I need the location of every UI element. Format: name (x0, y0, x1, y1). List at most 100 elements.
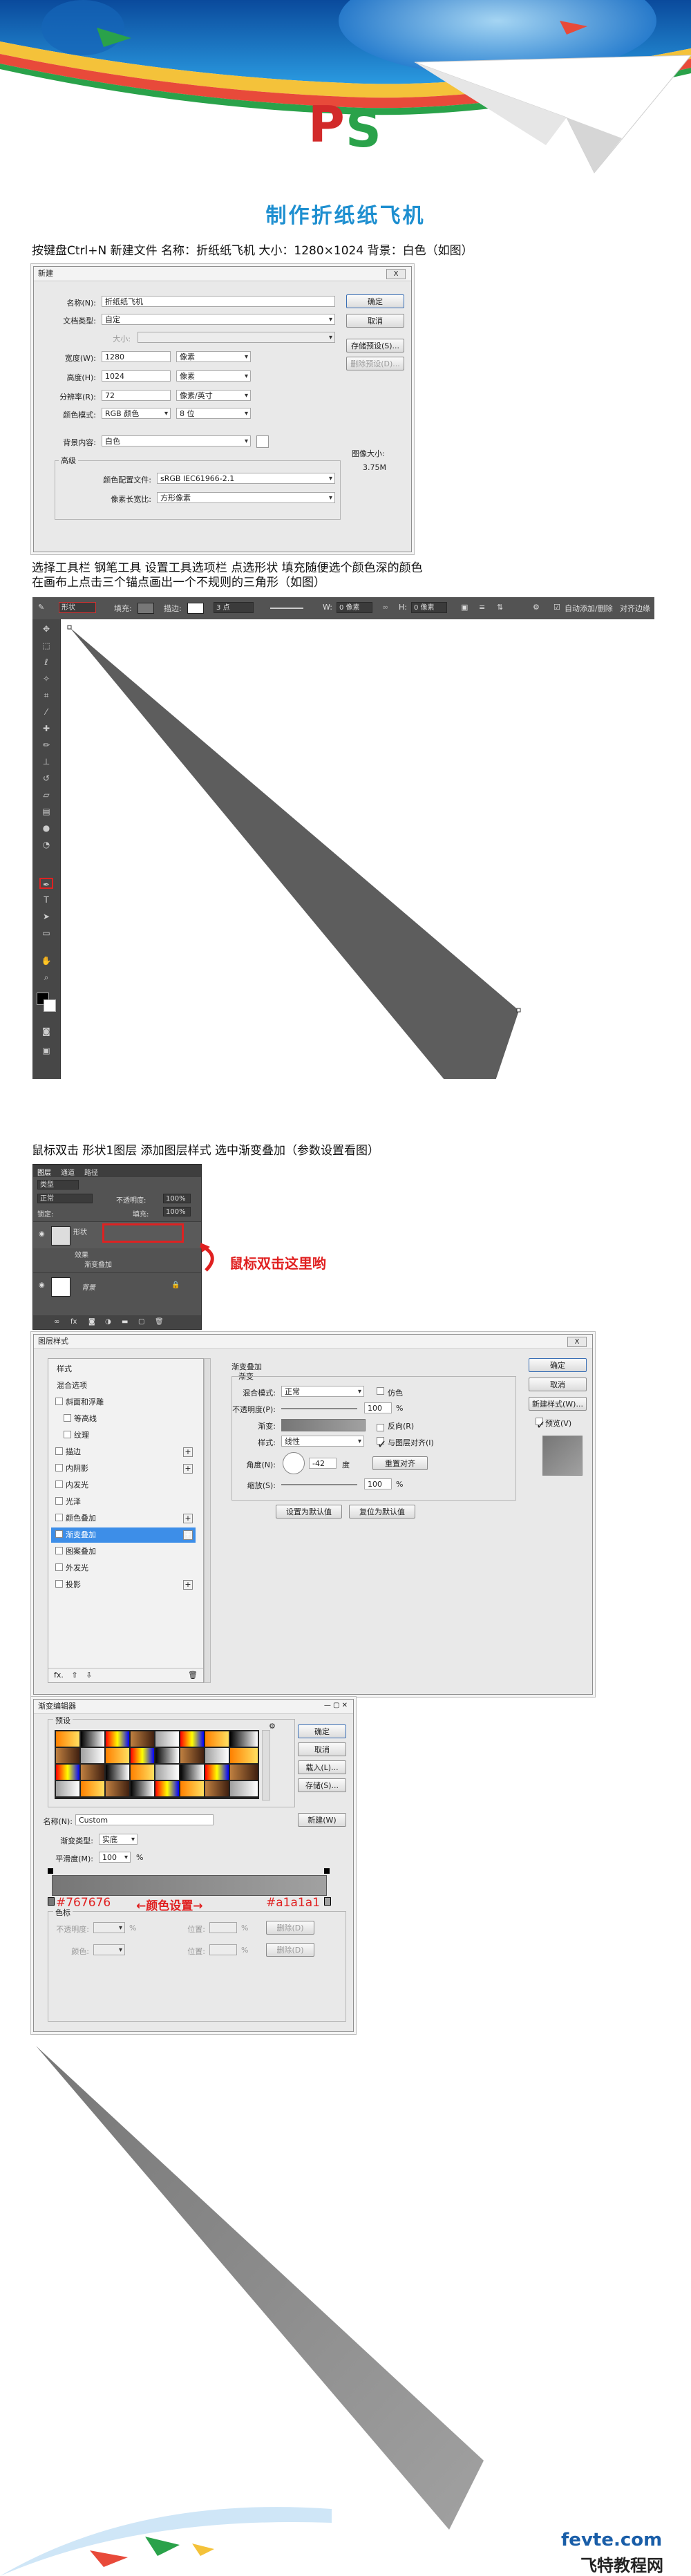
style-checkbox[interactable] (55, 1530, 63, 1538)
cancel-button[interactable]: 取消 (529, 1378, 587, 1391)
gradient-tool-icon[interactable]: ▤ (39, 806, 53, 817)
pixel-aspect-select[interactable]: 方形像素 (157, 492, 335, 504)
link-layers-icon[interactable]: ∞ (54, 1318, 59, 1326)
path-ops-icon[interactable]: ▣ (461, 603, 468, 612)
style-checkbox[interactable] (55, 1398, 63, 1405)
close-button[interactable]: X (567, 1337, 587, 1347)
auto-add-delete-checkbox[interactable]: ☑ (553, 603, 560, 612)
quick-select-tool-icon[interactable]: ✧ (39, 673, 53, 684)
style-list-item[interactable]: 等高线 (51, 1411, 196, 1427)
style-checkbox[interactable] (64, 1414, 71, 1422)
move-up-icon[interactable]: ⇧ (71, 1671, 77, 1680)
path-arrange-icon[interactable]: ⇅ (497, 603, 503, 612)
reset-default-button[interactable]: 复位为默认值 (349, 1505, 415, 1519)
link-icon[interactable]: ∞ (382, 603, 388, 612)
marquee-tool-icon[interactable]: ⬚ (39, 640, 53, 651)
smoothness-field[interactable]: 100 (99, 1852, 131, 1863)
load-button[interactable]: 载入(L)... (298, 1760, 346, 1774)
style-list-item[interactable]: 图案叠加 (51, 1544, 196, 1559)
brush-tool-icon[interactable]: ✏ (39, 740, 53, 751)
trash-icon[interactable]: 🗑 (155, 1318, 164, 1326)
stroke-size-field[interactable]: 3 点 (214, 602, 254, 613)
background-swatch[interactable] (256, 435, 269, 448)
scale-field[interactable]: 100 (364, 1478, 392, 1489)
name-field[interactable]: Custom (75, 1814, 214, 1825)
bit-depth-select[interactable]: 8 位 (176, 408, 251, 420)
fill-swatch[interactable] (138, 603, 154, 614)
path-select-tool-icon[interactable]: ➤ (39, 911, 53, 922)
save-preset-button[interactable]: 存储预设(S)... (346, 339, 404, 352)
add-effect-button[interactable]: + (183, 1464, 193, 1474)
move-tool-icon[interactable]: ✥ (39, 623, 53, 634)
style-select[interactable]: 线性 (281, 1436, 364, 1447)
lasso-tool-icon[interactable]: ℓ (39, 657, 53, 668)
filter-kind-select[interactable]: 类型 (37, 1180, 79, 1190)
crop-tool-icon[interactable]: ⌗ (39, 690, 53, 701)
color-mode-select[interactable]: RGB 颜色 (102, 408, 171, 420)
opacity-stop-right[interactable] (324, 1868, 330, 1874)
save-button[interactable]: 存储(S)... (298, 1778, 346, 1792)
window-controls[interactable]: — ▢ ✕ (324, 1702, 348, 1709)
add-effect-button[interactable]: + (183, 1530, 193, 1540)
gear-icon[interactable]: ⚙ (533, 603, 540, 612)
style-list-item[interactable]: 混合选项 (51, 1378, 201, 1393)
adjustment-icon[interactable]: ◑ (105, 1318, 111, 1326)
style-list-item[interactable]: 内阴影 + (51, 1461, 196, 1476)
cancel-button[interactable]: 取消 (298, 1742, 346, 1756)
stroke-type-select[interactable] (270, 608, 303, 609)
move-down-icon[interactable]: ⇩ (86, 1671, 92, 1680)
cancel-button[interactable]: 取消 (346, 314, 404, 328)
mask-icon[interactable]: ◙ (88, 1318, 95, 1326)
set-default-button[interactable]: 设置为默认值 (276, 1505, 342, 1519)
text-tool-icon[interactable]: T (39, 894, 53, 905)
background-color[interactable] (44, 999, 56, 1012)
height-field[interactable]: 1024 (102, 370, 171, 382)
add-effect-button[interactable]: + (183, 1580, 193, 1590)
close-button[interactable]: X (386, 269, 406, 279)
presets-grid[interactable] (55, 1730, 259, 1799)
width-field[interactable]: 0 像素 (337, 602, 372, 613)
opacity-stop-left[interactable] (48, 1868, 53, 1874)
ok-button[interactable]: 确定 (529, 1358, 587, 1372)
history-brush-icon[interactable]: ↺ (39, 773, 53, 784)
zoom-tool-icon[interactable]: ⌕ (39, 972, 53, 983)
background-layer-row[interactable]: ◉ 背景 🔒 (33, 1272, 201, 1299)
color-stop-left[interactable] (48, 1897, 55, 1906)
folder-icon[interactable]: ▬ (122, 1318, 128, 1326)
angle-field[interactable]: -42 (309, 1458, 337, 1469)
hand-tool-icon[interactable]: ✋ (39, 955, 53, 966)
style-list-item[interactable]: 外发光 (51, 1561, 196, 1576)
opacity-field[interactable]: 100 (364, 1402, 392, 1413)
style-list-item[interactable]: 颜色叠加 + (51, 1511, 196, 1526)
path-align-icon[interactable]: ≡ (479, 603, 485, 612)
dodge-tool-icon[interactable]: ◔ (39, 839, 53, 850)
angle-dial[interactable] (283, 1452, 305, 1474)
preset-select[interactable]: 自定 (102, 314, 335, 326)
pen-tool-icon[interactable]: ✎ (38, 603, 44, 612)
ok-button[interactable]: 确定 (298, 1724, 346, 1738)
eraser-tool-icon[interactable]: ▱ (39, 789, 53, 800)
style-list-item[interactable]: 内发光 (51, 1478, 196, 1493)
stroke-swatch[interactable] (187, 603, 204, 614)
gradient-bar[interactable] (52, 1875, 327, 1896)
blend-mode-select[interactable]: 正常 (37, 1194, 93, 1203)
tab-channels[interactable]: 通道 (61, 1167, 75, 1177)
style-checkbox[interactable] (55, 1580, 63, 1588)
screen-mode-icon[interactable]: ▣ (39, 1045, 53, 1056)
style-list-item[interactable]: 渐变叠加 + (51, 1527, 196, 1543)
pen-tool-icon[interactable]: ✒ (39, 878, 53, 890)
style-checkbox[interactable] (55, 1563, 63, 1571)
style-list-item[interactable]: 投影 + (51, 1577, 196, 1592)
presets-scrollbar[interactable] (262, 1730, 270, 1801)
add-effect-button[interactable]: + (183, 1514, 193, 1523)
height-unit-select[interactable]: 像素 (176, 370, 251, 382)
opacity-field[interactable]: 100% (163, 1194, 191, 1203)
reverse-checkbox[interactable] (372, 1420, 387, 1433)
blend-mode-select[interactable]: 正常 (281, 1386, 364, 1398)
style-list-item[interactable]: 斜面和浮雕 (51, 1395, 196, 1410)
style-list-item[interactable]: 描边 + (51, 1445, 196, 1460)
list-scrollbar[interactable] (204, 1358, 211, 1683)
dither-checkbox[interactable] (372, 1387, 387, 1396)
style-list-item[interactable]: 纹理 (51, 1428, 196, 1443)
height-field[interactable]: 0 像素 (411, 602, 447, 613)
